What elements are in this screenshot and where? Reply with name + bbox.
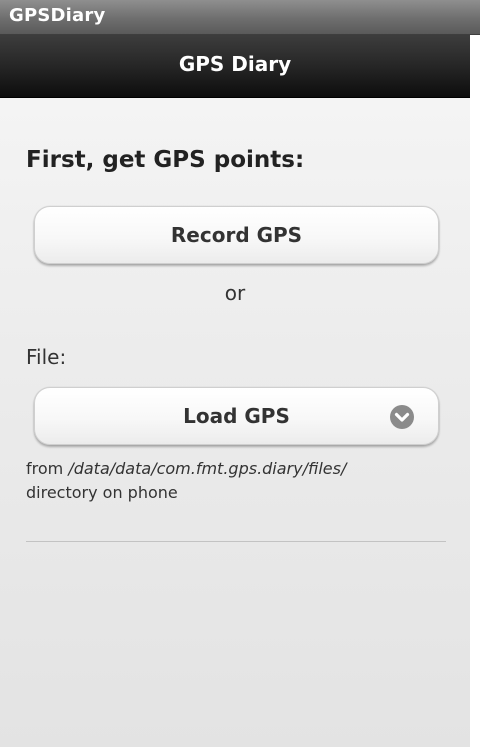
window-title-bar: GPSDiary — [0, 0, 480, 35]
load-gps-dropdown[interactable]: Load GPS — [34, 387, 439, 445]
chevron-down-icon — [390, 405, 414, 429]
action-bar: GPS Diary — [0, 35, 470, 98]
section-divider — [26, 541, 446, 542]
hint-prefix: from — [26, 459, 69, 478]
file-label: File: — [26, 345, 67, 369]
or-separator-text: or — [224, 281, 246, 305]
window-title: GPSDiary — [9, 5, 106, 26]
screen-right-edge — [470, 35, 480, 747]
section-heading: First, get GPS points: — [26, 147, 305, 173]
hint-suffix: directory on phone — [26, 483, 178, 502]
page-title: GPS Diary — [178, 52, 292, 76]
file-location-hint: from /data/data/com.fmt.gps.diary/files/… — [26, 457, 446, 505]
record-gps-button[interactable]: Record GPS — [34, 206, 439, 264]
load-gps-dropdown-label: Load GPS — [183, 404, 290, 428]
main-content: GPS Diary First, get GPS points: Record … — [0, 35, 470, 747]
hint-file-path: /data/data/com.fmt.gps.diary/files/ — [68, 459, 347, 478]
record-gps-button-label: Record GPS — [170, 223, 303, 247]
app-screen: GPSDiary GPS Diary First, get GPS points… — [0, 0, 480, 747]
